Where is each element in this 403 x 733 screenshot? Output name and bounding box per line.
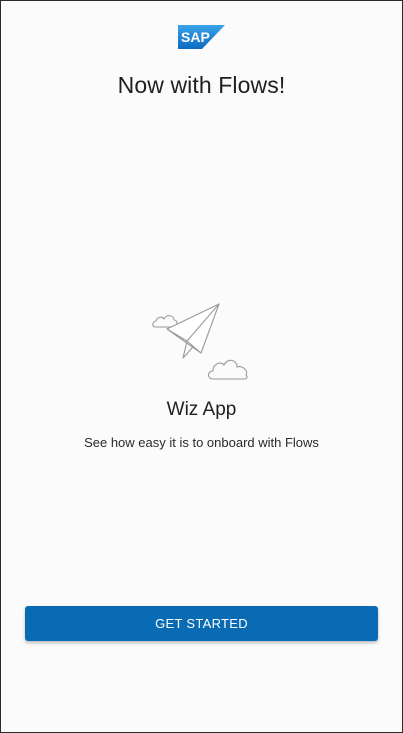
app-name: Wiz App (166, 399, 237, 420)
onboarding-screen: SAP Now with Flows! Wiz App See how easy… (0, 0, 403, 733)
sap-logo-text: SAP (181, 29, 210, 45)
page-title: Now with Flows! (117, 72, 286, 98)
paper-plane-icon (152, 303, 248, 380)
get-started-button[interactable]: GET STARTED (25, 606, 378, 641)
sap-logo: SAP (178, 25, 225, 49)
app-description: See how easy it is to onboard with Flows (84, 435, 319, 450)
